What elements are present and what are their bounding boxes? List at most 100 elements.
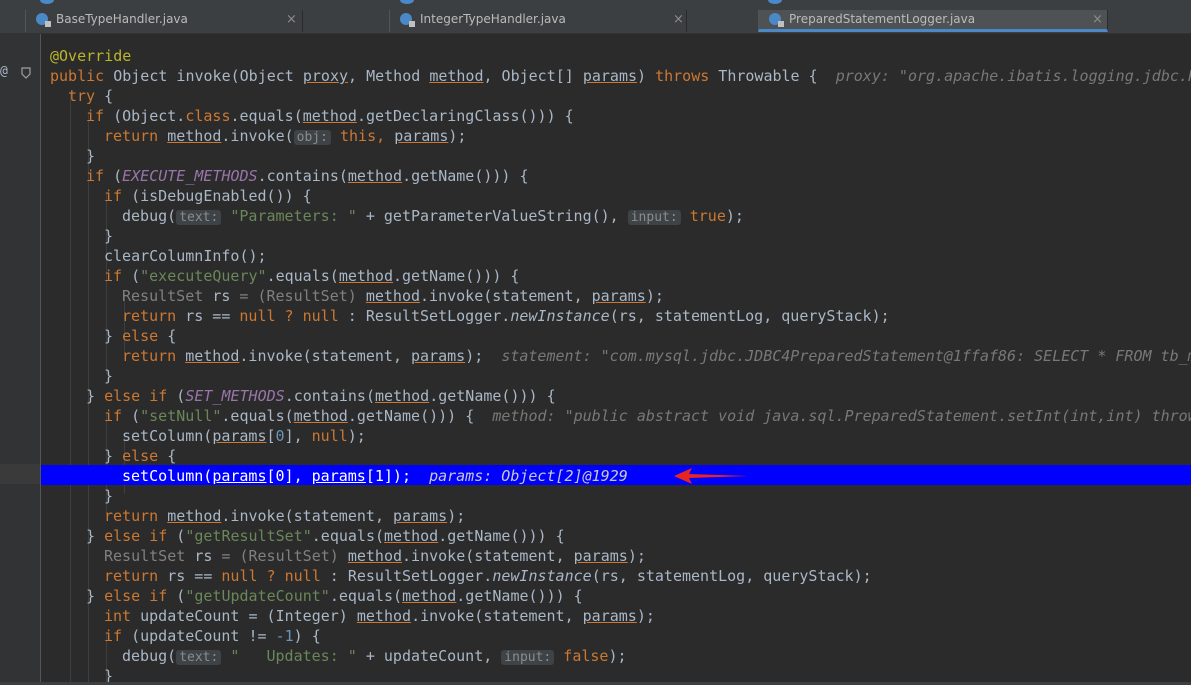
- tab-basetypehandler[interactable]: BaseTypeHandler.java ×: [25, 10, 303, 32]
- editor-gutter[interactable]: [0, 34, 41, 685]
- code-token: (updateCount !=: [122, 627, 276, 645]
- code-token: method: [347, 167, 403, 185]
- code-token: {: [158, 327, 177, 345]
- code-token: public: [50, 67, 105, 85]
- code-token: .getName())) {: [456, 587, 583, 605]
- code-token: .getName())) {: [438, 527, 565, 545]
- code-line-17: }: [104, 366, 113, 386]
- code-token: }: [104, 447, 123, 465]
- code-token: .getDeclaringClass())) {: [356, 107, 574, 125]
- code-token: .getName())) {: [393, 267, 520, 285]
- inline-debug-value: method: "public abstract void java.sql.P…: [492, 407, 1191, 425]
- inline-debug-value: proxy: "org.apache.ibatis.logging.jdbc.P: [835, 67, 1191, 85]
- code-token: return: [122, 307, 186, 325]
- inline-debug-value: params: Object[2]@1929: [429, 467, 628, 485]
- code-editor[interactable]: @Override public Object invoke(Object pr…: [41, 34, 1191, 685]
- code-token: statement: [311, 347, 393, 365]
- code-token: ?: [257, 567, 285, 585]
- parameter-hint: text:: [176, 210, 222, 225]
- code-token: );: [627, 547, 646, 565]
- code-token: ): [637, 67, 656, 85]
- code-line-13: ResultSet rs = (ResultSet) method.invoke…: [122, 286, 664, 306]
- close-icon[interactable]: ×: [286, 12, 297, 27]
- code-token: (: [104, 167, 123, 185]
- code-line-21: } else {: [104, 446, 176, 466]
- code-token: ],: [284, 427, 312, 445]
- code-line-27: return rs == null ? null : ResultSetLogg…: [104, 566, 872, 586]
- code-token: : ResultSetLogger.: [320, 567, 493, 585]
- code-token: method: [402, 587, 457, 605]
- tab-preparedstatementlogger[interactable]: PreparedStatementLogger.java ×: [758, 10, 1108, 32]
- code-token: debug(: [122, 647, 177, 665]
- tab-integertypehandler[interactable]: IntegerTypeHandler.java ×: [389, 10, 687, 32]
- code-token: (: [122, 407, 141, 425]
- code-token: null: [302, 307, 339, 325]
- code-token: ) {: [293, 627, 321, 645]
- code-token: newInstance: [492, 567, 592, 585]
- code-token: (: [167, 387, 186, 405]
- code-token: = (ResultSet): [212, 547, 348, 565]
- code-line-23: }: [104, 486, 113, 506]
- parameter-hint: input:: [627, 210, 681, 225]
- code-token: );: [447, 507, 466, 525]
- code-token: null: [311, 427, 348, 445]
- code-token: null: [239, 307, 276, 325]
- code-token: ,: [573, 287, 592, 305]
- close-icon[interactable]: ×: [1092, 12, 1103, 27]
- code-token: if: [104, 407, 123, 425]
- code-token: {: [95, 87, 114, 105]
- code-token: statement: [474, 547, 556, 565]
- code-token: clearColumnInfo();: [104, 247, 267, 265]
- code-token: method: [429, 67, 484, 85]
- code-token: method: [302, 107, 357, 125]
- code-token: "setNull": [140, 407, 222, 425]
- code-token: else if: [104, 527, 168, 545]
- class-file-icon: [36, 13, 51, 27]
- code-line-7: if (EXECUTE_METHODS.contains(method.getN…: [86, 166, 529, 186]
- code-token: , Method: [348, 67, 430, 85]
- code-token: params: [393, 507, 448, 525]
- code-token: null: [221, 567, 258, 585]
- code-token: ResultSet: [104, 547, 195, 565]
- tab-label: PreparedStatementLogger.java: [789, 12, 976, 26]
- code-token: .invoke(: [239, 347, 312, 365]
- tab-label: IntegerTypeHandler.java: [420, 12, 566, 26]
- code-token: if: [104, 627, 123, 645]
- code-token: try: [68, 87, 96, 105]
- code-token: ,: [555, 547, 574, 565]
- code-token: .equals(: [221, 407, 294, 425]
- code-token: method: [185, 347, 240, 365]
- code-token: );: [347, 427, 366, 445]
- code-token: );: [725, 207, 744, 225]
- code-token: null: [284, 567, 321, 585]
- class-file-icon: [768, 0, 782, 4]
- code-line-25: } else if ("getResultSet".equals(method.…: [86, 526, 565, 546]
- code-line-24: return method.invoke(statement, params);: [104, 506, 465, 526]
- code-token: (: [167, 587, 186, 605]
- code-token: this,: [330, 127, 395, 145]
- code-token: setColumn(: [122, 427, 213, 445]
- code-token: .invoke(: [221, 507, 294, 525]
- code-token: rs ==: [185, 307, 240, 325]
- code-token: Object invoke(Object: [104, 67, 303, 85]
- indent-guide: [70, 94, 71, 685]
- code-token: method: [384, 527, 439, 545]
- code-token: }: [104, 487, 114, 505]
- code-token: return: [104, 567, 168, 585]
- code-token: }: [104, 227, 114, 245]
- code-token: ,: [763, 307, 782, 325]
- code-token: else: [122, 327, 159, 345]
- code-token: return: [104, 507, 168, 525]
- current-line-gutter-marker: [0, 464, 40, 484]
- class-file-icon: [400, 13, 415, 27]
- code-line-28: } else if ("getUpdateCount".equals(metho…: [86, 586, 583, 606]
- code-line-20: setColumn(params[0], null);: [122, 426, 366, 446]
- debug-arrow-indicator: [674, 468, 748, 484]
- code-token: method: [167, 507, 222, 525]
- code-token: EXECUTE_METHODS: [122, 167, 258, 185]
- code-token: setColumn(: [122, 467, 213, 485]
- close-icon[interactable]: ×: [673, 12, 684, 27]
- code-token: else: [122, 447, 159, 465]
- code-token: if: [104, 267, 123, 285]
- override-gutter-icon[interactable]: [21, 67, 31, 79]
